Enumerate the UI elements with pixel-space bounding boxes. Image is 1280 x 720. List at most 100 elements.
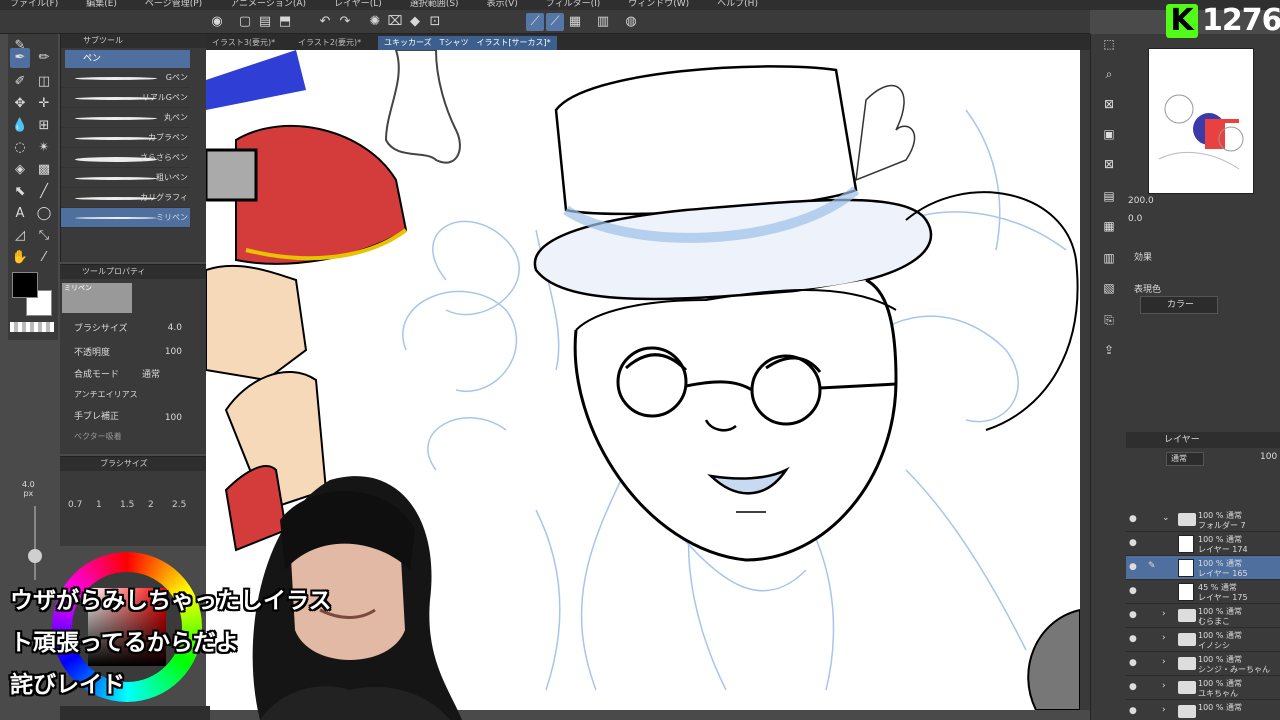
frame-tool-icon[interactable]: ◿	[10, 226, 30, 246]
gradient-tool-icon[interactable]: ▩	[34, 160, 54, 180]
eye-icon[interactable]: ●	[1129, 514, 1137, 524]
transform-icon[interactable]: ⊡	[426, 13, 444, 31]
brush-tool-icon[interactable]: ✐	[10, 72, 30, 92]
navigator-zoom[interactable]: 200.0	[1128, 196, 1154, 206]
brush-item[interactable]: リアルGペン	[61, 88, 190, 108]
save-icon[interactable]: ⬒	[276, 13, 294, 31]
brush-size-value[interactable]: 4.0	[168, 323, 182, 333]
open-folder-icon[interactable]: ▤	[256, 13, 274, 31]
history-icon[interactable]: ▦	[1099, 216, 1119, 236]
material-icon[interactable]: ⊠	[1099, 94, 1119, 114]
balloon-tool-icon[interactable]: ◯	[34, 204, 54, 224]
chevron-right-icon[interactable]: ›	[1162, 681, 1166, 691]
lasso-tool-icon[interactable]: ◌	[10, 138, 30, 158]
subtool-group-tab[interactable]: ペン	[65, 50, 190, 68]
brush-item[interactable]: さらさらペン	[61, 148, 190, 168]
fill-icon[interactable]: ◆	[406, 13, 424, 31]
brush-item[interactable]: 粗いペン	[61, 168, 190, 188]
pencil-tool-icon[interactable]: ✏	[34, 48, 54, 68]
chevron-right-icon[interactable]: ›	[1162, 657, 1166, 667]
menu-filter[interactable]: フィルター(I)	[546, 0, 601, 10]
menu-page[interactable]: ページ管理(P)	[145, 0, 202, 10]
main-color-swatch[interactable]	[12, 272, 38, 298]
tab-illust3[interactable]: イラスト3(要元)*	[206, 36, 281, 50]
layer-row[interactable]: ● 100 % 通常 レイヤー 174	[1126, 532, 1280, 556]
layer-opacity-value[interactable]: 100	[1260, 452, 1277, 462]
figure-tool-icon[interactable]: ⊞	[34, 116, 54, 136]
edit-icon[interactable]: ⎘	[1099, 310, 1119, 330]
blend-mode-select[interactable]: 通常	[142, 367, 160, 380]
layer-row[interactable]: ● › 100 % 通常 イノシシ	[1126, 628, 1280, 652]
brush-item[interactable]: カリグラフィ	[61, 188, 190, 208]
tab-tshirt-circus[interactable]: ユキッカーズ Tシャツ イラスト[サーカス]*	[378, 36, 557, 50]
menu-layer[interactable]: レイヤー(L)	[334, 0, 382, 10]
eye-icon[interactable]: ●	[1129, 658, 1137, 668]
brush-item[interactable]: 丸ペン	[61, 108, 190, 128]
chevron-right-icon[interactable]: ›	[1162, 609, 1166, 619]
layer-row[interactable]: ● 45 % 通常 レイヤー 175	[1126, 580, 1280, 604]
snap-special-icon[interactable]: ⟋	[546, 13, 564, 31]
correct-line-icon[interactable]: ⤡	[34, 226, 54, 246]
blend-tool-icon[interactable]: 💧	[10, 116, 30, 136]
chevron-right-icon[interactable]: ›	[1162, 705, 1166, 715]
menu-animation[interactable]: アニメーション(A)	[230, 0, 306, 10]
zoom-icon[interactable]: ⌕	[1099, 64, 1119, 84]
chevron-right-icon[interactable]: ›	[1162, 633, 1166, 643]
layer-row[interactable]: ● › 100 % 通常 むらまこ	[1126, 604, 1280, 628]
auto-action-icon[interactable]: ▥	[1099, 248, 1119, 268]
layer-row[interactable]: ● › 100 % 通常 ユキちゃん	[1126, 676, 1280, 700]
layer-property-icon[interactable]: ▣	[1099, 124, 1119, 144]
search-layer-icon[interactable]: ⊠	[1099, 154, 1119, 174]
eraser-tool-icon[interactable]: ◫	[34, 72, 54, 92]
new-file-icon[interactable]: ▢	[236, 13, 254, 31]
eye-icon[interactable]: ●	[1129, 538, 1137, 548]
airbrush-tool-icon[interactable]: ✥	[10, 94, 30, 114]
eye-icon[interactable]: ●	[1129, 586, 1137, 596]
chevron-down-icon[interactable]: ⌄	[1162, 513, 1170, 523]
eye-icon[interactable]: ●	[1129, 682, 1137, 692]
size-option[interactable]: 2.5	[172, 500, 186, 510]
auto-select-icon[interactable]: ✴	[34, 138, 54, 158]
menu-window[interactable]: ウィンドウ(W)	[628, 0, 689, 10]
eye-icon[interactable]: ●	[1129, 562, 1137, 572]
layer-blend-select[interactable]: 通常	[1166, 452, 1204, 466]
pen-tool-icon[interactable]: ✒	[10, 48, 30, 68]
object-tool-icon[interactable]: ⬉	[10, 182, 30, 202]
undo-icon[interactable]: ↶	[316, 13, 334, 31]
item-bank-icon[interactable]: ▧	[1099, 278, 1119, 298]
layer-row-selected[interactable]: ● ✎ 100 % 通常 レイヤー 165	[1126, 556, 1280, 580]
tab-illust2[interactable]: イラスト2(要元)*	[292, 36, 367, 50]
text-tool-icon[interactable]: A	[10, 204, 30, 224]
eye-icon[interactable]: ●	[1129, 610, 1137, 620]
menu-help[interactable]: ヘルプ(H)	[717, 0, 758, 10]
redo-icon[interactable]: ↷	[336, 13, 354, 31]
settings-icon[interactable]: ▥	[594, 13, 612, 31]
canvas-vertical-scrollbar[interactable]	[1080, 50, 1090, 710]
size-option[interactable]: 0.7	[68, 500, 82, 510]
opacity-value[interactable]: 100	[165, 347, 182, 357]
brush-item[interactable]: カブラペン	[61, 128, 190, 148]
animation-icon[interactable]: ▤	[1099, 186, 1119, 206]
brush-item[interactable]: Gペン	[61, 68, 190, 88]
navigator-thumbnail[interactable]	[1148, 48, 1254, 194]
fill-tool-icon[interactable]: ◈	[10, 160, 30, 180]
stabilization-value[interactable]: 100	[165, 413, 182, 423]
transparent-color-swatch[interactable]	[10, 322, 54, 332]
hand-tool-icon[interactable]: ✋	[10, 248, 30, 268]
app-icon[interactable]: ◉	[208, 13, 226, 31]
move-tool-icon[interactable]: ✛	[34, 94, 54, 114]
instruction-icon[interactable]: ◍	[622, 13, 640, 31]
clear-icon[interactable]: ⌧	[386, 13, 404, 31]
navigator-rotation[interactable]: 0.0	[1128, 214, 1142, 224]
menu-edit[interactable]: 編集(E)	[86, 0, 117, 10]
eye-icon[interactable]: ●	[1129, 634, 1137, 644]
menu-selection[interactable]: 選択範囲(S)	[410, 0, 459, 10]
brush-item-selected[interactable]: ミリペン	[61, 208, 190, 228]
size-option[interactable]: 1.5	[120, 500, 134, 510]
layer-row[interactable]: ● › 100 % 通常 シンジ・みーちゃん	[1126, 652, 1280, 676]
size-option[interactable]: 1	[96, 500, 102, 510]
navigator-icon[interactable]: ⬚	[1099, 34, 1119, 54]
loading-icon[interactable]: ✺	[366, 13, 384, 31]
ruler-tool-icon[interactable]: ╱	[34, 182, 54, 202]
expression-color-select[interactable]: カラー	[1140, 296, 1218, 314]
